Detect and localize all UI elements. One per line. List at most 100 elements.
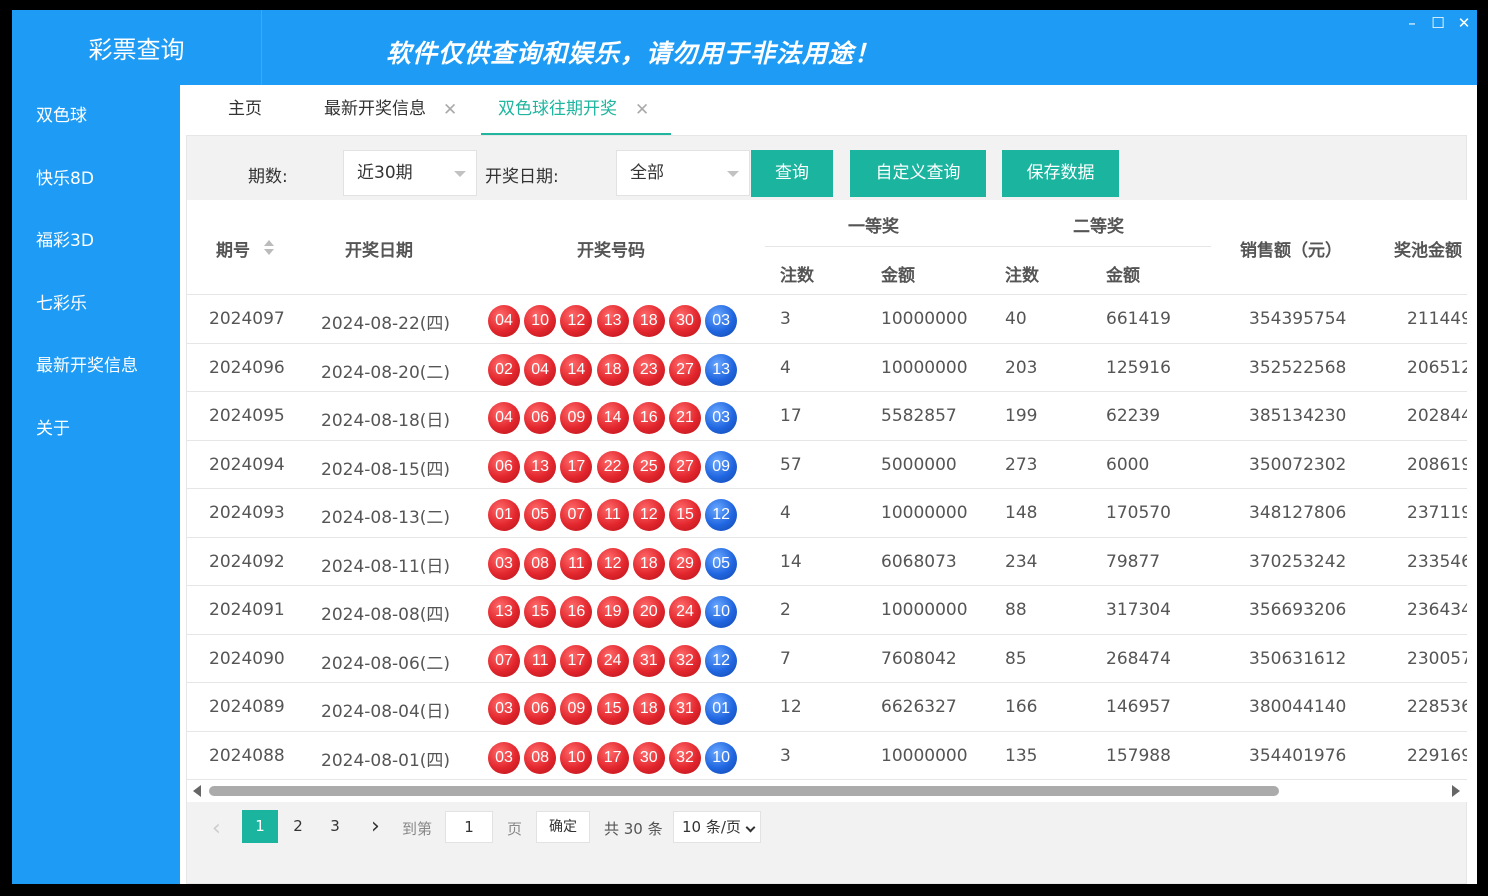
table-row[interactable]: 2024092 2024-08-11(日) 14 6068073 234 79877 370…	[187, 538, 1467, 586]
horizontal-scrollbar[interactable]	[187, 780, 1467, 802]
cell-sales: 380044140	[1249, 697, 1347, 717]
cell-a2: 317304	[1106, 600, 1171, 620]
red-ball: 14	[560, 353, 593, 386]
cell-c2: 234	[1005, 551, 1038, 572]
red-ball: 24	[596, 644, 629, 677]
content-panel: 期数: 近30期 开奖日期: 全部 查询 自定义查询 保存数据 期号 开奖日期 …	[186, 135, 1467, 884]
cell-c1: 17	[780, 406, 802, 426]
cell-sales: 352522568	[1249, 357, 1347, 378]
sort-down-icon[interactable]	[264, 249, 274, 255]
cell-date: 2024-08-01(四)	[321, 750, 451, 771]
minimize-icon[interactable]: –	[1402, 13, 1422, 33]
period-select[interactable]: 近30期	[343, 150, 477, 196]
cell-issue: 2024095	[209, 406, 285, 426]
cell-a1: 10000000	[881, 600, 968, 620]
red-ball: 15	[669, 499, 701, 531]
red-ball: 08	[524, 741, 557, 774]
chevron-down-icon	[727, 171, 739, 177]
cell-c2: 203	[1005, 357, 1038, 378]
cell-pool: 208619	[1407, 454, 1467, 475]
red-ball: 04	[524, 353, 557, 386]
scroll-left-icon[interactable]	[193, 785, 201, 797]
cell-a2: 157988	[1106, 745, 1171, 766]
cell-issue: 2024094	[209, 454, 285, 475]
blue-ball: 05	[705, 547, 738, 580]
chevron-down-icon	[454, 171, 466, 177]
red-ball: 10	[524, 305, 557, 337]
red-ball: 16	[632, 402, 665, 434]
page-size-select[interactable]: 10 条/页	[673, 811, 761, 843]
red-ball: 18	[596, 353, 629, 386]
sidebar-item-about[interactable]: 关于	[12, 398, 180, 461]
tab-home[interactable]: 主页	[228, 85, 262, 135]
sidebar-item-qcl[interactable]: 七彩乐	[12, 273, 180, 336]
tab-latest-close-icon[interactable]: ✕	[443, 85, 457, 135]
page-2[interactable]: 2	[280, 810, 316, 843]
blue-ball: 10	[705, 741, 738, 774]
cell-a1: 6626327	[881, 697, 957, 717]
red-ball: 06	[488, 450, 520, 483]
date-select[interactable]: 全部	[616, 150, 750, 196]
scroll-right-icon[interactable]	[1452, 785, 1460, 797]
red-ball: 14	[596, 402, 629, 434]
cell-pool: 237119	[1407, 503, 1467, 523]
table-row[interactable]: 2024089 2024-08-04(日) 12 6626327 166 146957 38…	[187, 683, 1467, 732]
custom-query-button[interactable]: 自定义查询	[850, 150, 986, 197]
red-ball: 30	[632, 741, 665, 774]
cell-issue: 2024091	[209, 600, 285, 620]
cell-date: 2024-08-20(二)	[321, 362, 451, 383]
tab-ssq-history-close-icon[interactable]: ✕	[635, 85, 649, 135]
prev-page-icon[interactable]: ‹	[212, 816, 221, 841]
red-ball: 12	[560, 305, 593, 337]
cell-issue: 2024097	[209, 309, 285, 329]
table-row[interactable]: 2024095 2024-08-18(日) 17 5582857 199 62239 385…	[187, 392, 1467, 441]
cell-a1: 6068073	[881, 551, 957, 572]
slogan: 软件仅供查询和娱乐，请勿用于非法用途！	[386, 39, 881, 68]
cell-c1: 7	[780, 648, 791, 669]
cell-date: 2024-08-18(日)	[321, 411, 451, 431]
goto-confirm-button[interactable]: 确定	[536, 811, 590, 843]
red-ball: 30	[669, 305, 701, 337]
app-title: 彩票查询	[12, 10, 262, 85]
table-row[interactable]: 2024091 2024-08-08(四) 2 10000000 88 317304 356…	[187, 586, 1467, 635]
cell-c1: 4	[780, 503, 791, 523]
cell-c1: 2	[780, 600, 791, 620]
blue-ball: 03	[705, 402, 738, 434]
table-row[interactable]: 2024096 2024-08-20(二) 4 10000000 203 125916 35…	[187, 344, 1467, 392]
next-page-icon[interactable]: ›	[371, 814, 380, 839]
save-data-button[interactable]: 保存数据	[1002, 150, 1119, 197]
red-ball: 10	[560, 741, 593, 774]
cell-sales: 350631612	[1249, 648, 1347, 669]
header-first-amount: 金额	[881, 266, 915, 286]
table-row[interactable]: 2024088 2024-08-01(四) 3 10000000 135 157988 35…	[187, 732, 1467, 780]
sort-up-icon[interactable]	[264, 240, 274, 246]
page-3[interactable]: 3	[317, 810, 353, 843]
cell-date: 2024-08-13(二)	[321, 508, 451, 528]
table-row[interactable]: 2024094 2024-08-15(四) 57 5000000 273 6000 3500…	[187, 441, 1467, 489]
red-ball: 24	[669, 596, 701, 628]
page-1[interactable]: 1	[242, 810, 278, 843]
cell-c1: 3	[780, 745, 791, 766]
sidebar-item-fc3d[interactable]: 福彩3D	[12, 210, 180, 273]
sidebar-item-latest[interactable]: 最新开奖信息	[12, 335, 180, 398]
goto-page-input[interactable]: 1	[445, 811, 493, 843]
close-icon[interactable]: ✕	[1454, 13, 1474, 33]
table-row[interactable]: 2024090 2024-08-06(二) 7 7608042 85 268474 3506…	[187, 635, 1467, 683]
scrollbar-thumb[interactable]	[209, 786, 1279, 796]
cell-pool: 230057	[1407, 648, 1467, 669]
table-row[interactable]: 2024093 2024-08-13(二) 4 10000000 148 170570 34…	[187, 489, 1467, 538]
table-row[interactable]: 2024097 2024-08-22(四) 3 10000000 40 661419 354…	[187, 295, 1467, 344]
sidebar-item-kl8[interactable]: 快乐8D	[12, 148, 180, 211]
red-ball: 31	[632, 644, 665, 677]
header-issue[interactable]: 期号	[216, 236, 250, 261]
tab-latest[interactable]: 最新开奖信息	[324, 85, 426, 135]
red-ball: 02	[488, 353, 520, 386]
sidebar-item-ssq[interactable]: 双色球	[12, 85, 180, 148]
blue-ball: 01	[705, 693, 738, 725]
red-ball: 17	[596, 741, 629, 774]
cell-issue: 2024093	[209, 503, 285, 523]
query-button[interactable]: 查询	[751, 150, 833, 197]
main-content: 主页 最新开奖信息 ✕ 双色球往期开奖 ✕ 期数: 近30期 开奖日期: 全部 …	[180, 85, 1477, 884]
maximize-icon[interactable]: ☐	[1428, 13, 1448, 33]
page-size-value: 10 条/页	[682, 818, 741, 836]
